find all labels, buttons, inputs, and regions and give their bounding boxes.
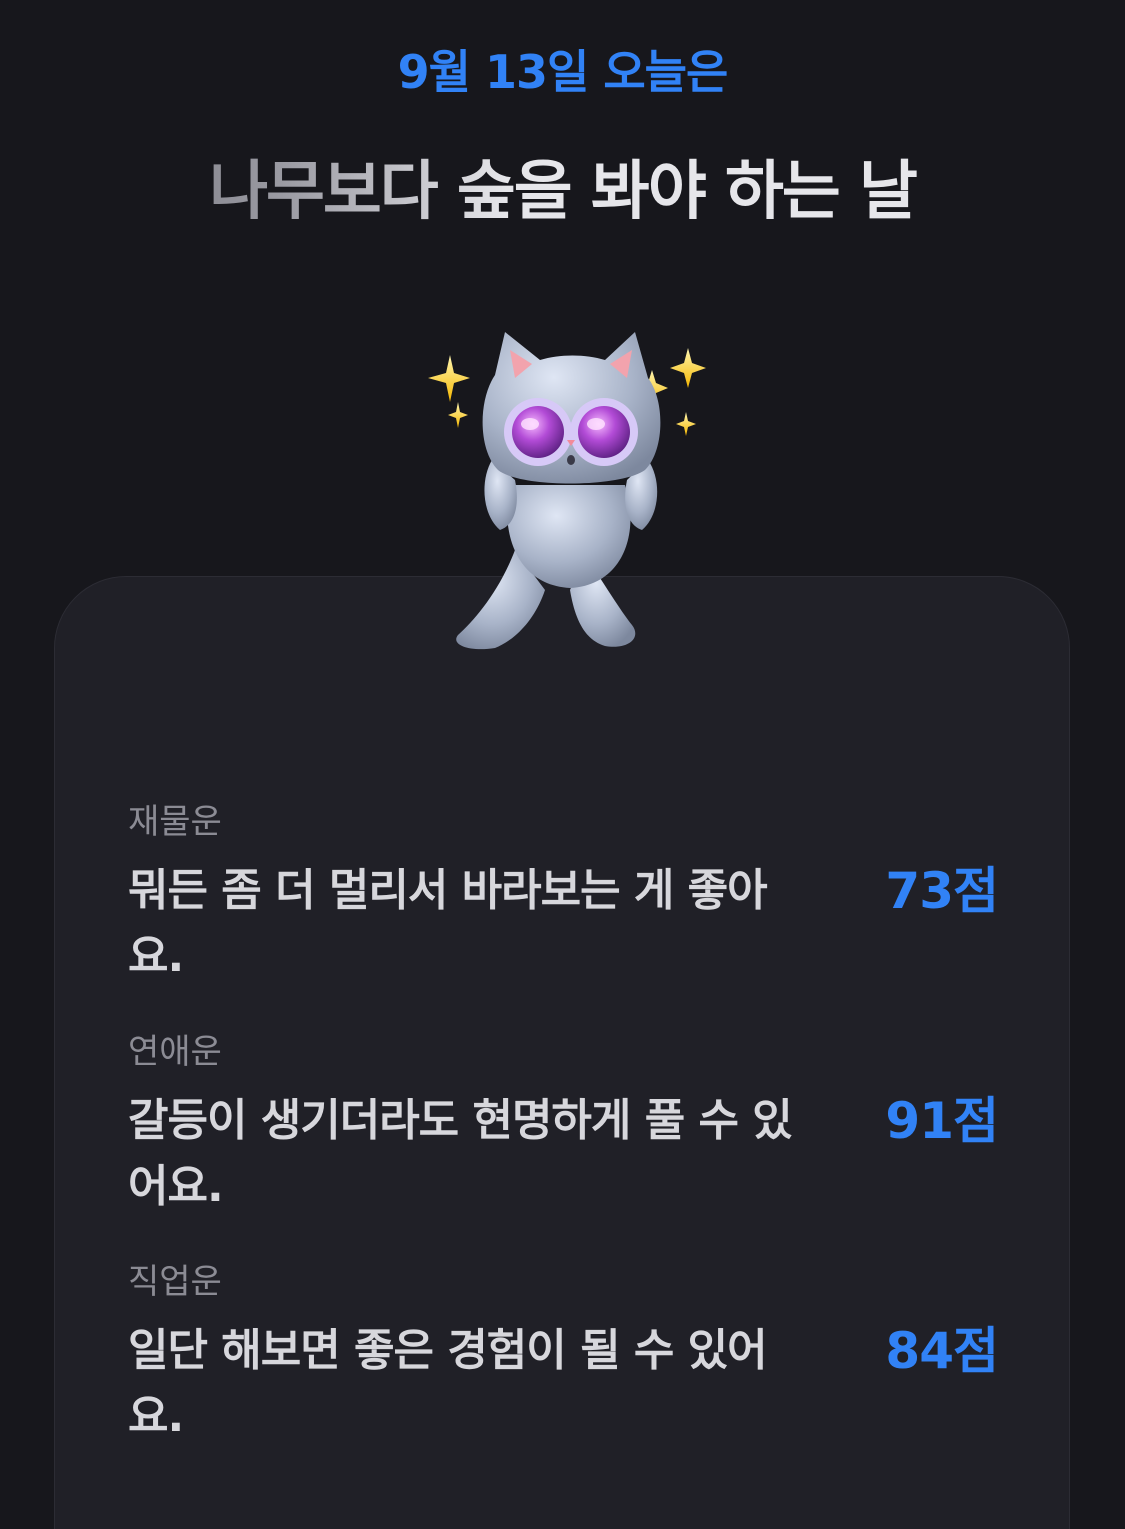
fortune-score: 73점	[885, 862, 999, 920]
fortune-category: 직업운	[128, 1262, 222, 1302]
fortune-item-money[interactable]: 재물운 뭐든 좀 더 멀리서 바라보는 게 좋아요. 73점	[128, 800, 999, 1030]
fortune-score: 84점	[885, 1322, 999, 1380]
fortune-category: 연애운	[128, 1032, 222, 1072]
date-line: 9월 13일 오늘은	[397, 45, 729, 99]
sparkle-icon	[670, 348, 706, 388]
fortune-item-love[interactable]: 연애운 갈등이 생기더라도 현명하게 풀 수 있어요. 91점	[128, 1030, 999, 1260]
fortune-list: 재물운 뭐든 좀 더 멀리서 바라보는 게 좋아요. 73점 연애운 갈등이 생…	[128, 800, 999, 1490]
sparkle-icon	[448, 402, 468, 428]
fortune-text: 갈등이 생기더라도 현명하게 풀 수 있어요.	[128, 1095, 793, 1212]
fortune-category: 재물운	[128, 802, 222, 842]
fortune-page: 9월 13일 오늘은 나무보다 숲을 봐야 하는 날 재물운 뭐든 좀 더 멀리…	[0, 0, 1125, 1529]
sparkle-icon	[428, 355, 470, 402]
cat-with-binoculars-icon	[428, 332, 706, 650]
fortune-text: 일단 해보면 좋은 경험이 될 수 있어요.	[128, 1325, 768, 1442]
fortune-score: 91점	[885, 1092, 999, 1150]
fortune-item-career[interactable]: 직업운 일단 해보면 좋은 경험이 될 수 있어요. 84점	[128, 1260, 999, 1490]
fortune-text: 뭐든 좀 더 멀리서 바라보는 게 좋아요.	[128, 865, 768, 982]
page-title: 나무보다 숲을 봐야 하는 날	[0, 140, 1125, 232]
sparkle-icon	[676, 412, 696, 436]
